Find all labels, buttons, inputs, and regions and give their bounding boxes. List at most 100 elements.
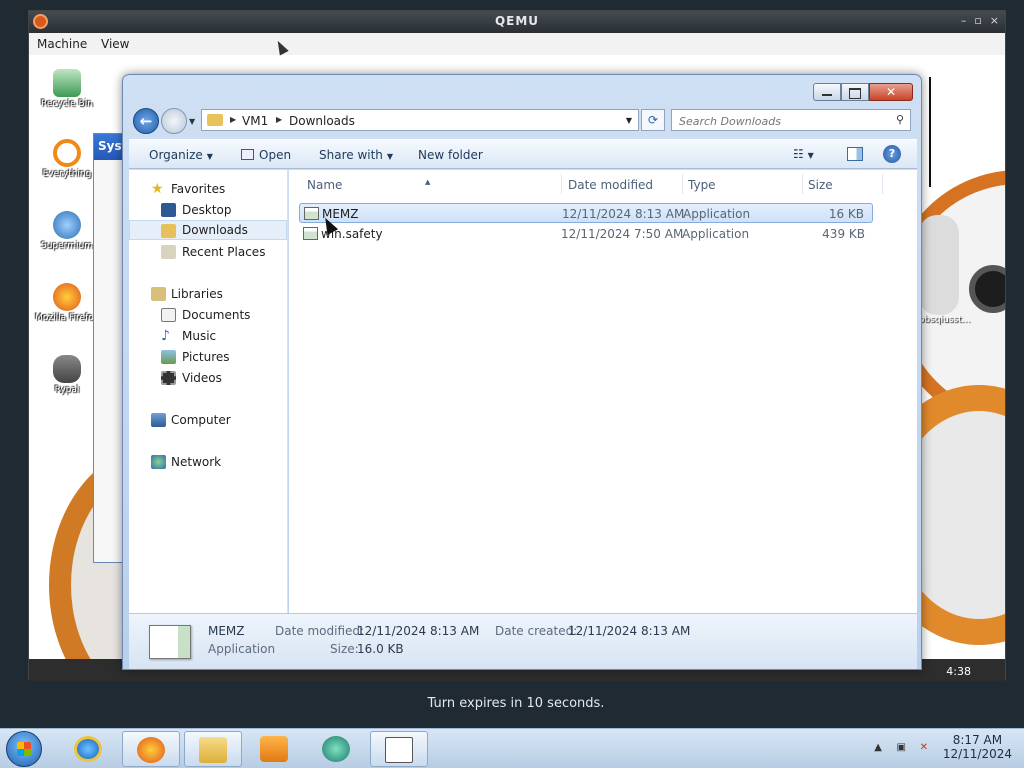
supermium-icon [53, 211, 81, 239]
address-dropdown-icon[interactable]: ▼ [626, 116, 632, 125]
star-icon: ★ [151, 181, 164, 197]
organize-label: Organize [149, 148, 203, 162]
address-bar[interactable]: ▶ VM1 ▶ Downloads ▼ [201, 109, 639, 131]
search-icon[interactable]: ⚲ [896, 113, 904, 126]
taskbar-media-player[interactable] [246, 731, 304, 767]
nav-desktop[interactable]: Desktop [129, 200, 287, 220]
network-tray-icon[interactable]: ▣ [897, 742, 906, 753]
qemu-close-button[interactable]: × [990, 14, 999, 27]
maximize-button[interactable] [841, 83, 869, 101]
refresh-button[interactable]: ⟳ [641, 109, 665, 131]
breadcrumb-separator-icon[interactable]: ▶ [230, 115, 236, 124]
menu-view[interactable]: View [101, 37, 129, 51]
clock[interactable]: 8:17 AM 12/11/2024 [943, 733, 1012, 761]
breadcrumb-separator-icon[interactable]: ▶ [276, 115, 282, 124]
nav-music[interactable]: ♪ Music [129, 326, 287, 346]
column-divider[interactable] [802, 174, 803, 194]
open-label: Open [259, 148, 292, 162]
volume-muted-icon[interactable]: ✕ [920, 742, 928, 753]
artifact-line [929, 77, 931, 187]
videos-icon [161, 371, 176, 385]
close-button[interactable]: ✕ [869, 83, 913, 101]
search-box[interactable]: ⚲ [671, 109, 911, 132]
start-button[interactable] [6, 731, 42, 767]
firefox-icon [53, 283, 81, 311]
file-row-win-safety[interactable]: win.safety 12/11/2024 7:50 AM Applicatio… [299, 224, 873, 244]
taskbar-notepad[interactable] [370, 731, 428, 767]
recycle-bin-icon [53, 69, 81, 97]
column-divider[interactable] [882, 174, 883, 194]
nav-videos[interactable]: Videos [129, 368, 287, 388]
application-icon [304, 207, 319, 220]
help-icon[interactable]: ? [883, 145, 901, 163]
nav-pictures[interactable]: Pictures [129, 347, 287, 367]
column-type[interactable]: Type [688, 178, 716, 192]
show-hidden-icons-icon[interactable]: ▲ [874, 742, 882, 753]
file-list: ▲ Name Date modified Type Size MEMZ 12/1… [289, 170, 917, 613]
minimize-button[interactable] [813, 83, 841, 101]
nav-computer[interactable]: Computer [129, 410, 287, 430]
column-name[interactable]: Name [307, 178, 342, 192]
back-button[interactable]: ← [133, 108, 159, 134]
desktop-icon-recycle-bin[interactable]: Recycle Bin [35, 69, 99, 109]
status-message: Turn expires in 10 seconds. [427, 696, 605, 711]
taskbar-firefox[interactable] [122, 731, 180, 767]
desktop-icon-label: Everything [42, 169, 92, 179]
notepad-icon [385, 737, 413, 763]
nav-libraries[interactable]: Libraries [129, 284, 287, 304]
taskbar-app[interactable] [308, 731, 366, 767]
nav-label: Libraries [171, 287, 223, 301]
column-divider[interactable] [561, 174, 562, 194]
desktop-icon-rypal[interactable]: Rypal [35, 355, 99, 395]
music-icon: ♪ [161, 328, 170, 344]
details-name: MEMZ [208, 624, 245, 638]
file-date: 12/11/2024 8:13 AM [562, 207, 685, 221]
column-divider[interactable] [682, 174, 683, 194]
app-icon [322, 736, 350, 762]
desktop-icon-label[interactable]: obsqiusst... [919, 315, 970, 325]
details-size: 16.0 KB [357, 642, 404, 656]
nav-label: Computer [171, 413, 231, 427]
nav-network[interactable]: Network [129, 452, 287, 472]
desktop-icon [161, 203, 176, 217]
nav-downloads[interactable]: Downloads [129, 220, 287, 240]
taskbar-internet-explorer[interactable] [60, 731, 118, 767]
nav-documents[interactable]: Documents [129, 305, 287, 325]
new-folder-button[interactable]: New folder [418, 148, 483, 162]
desktop-icon-everything[interactable]: Everything [35, 139, 99, 179]
file-explorer-icon [199, 737, 227, 763]
desktop-icon-supermium[interactable]: Supermium [35, 211, 99, 251]
file-type: Application [683, 207, 751, 221]
chevron-down-icon: ▼ [206, 152, 213, 161]
desktop-icon-firefox[interactable]: Mozilla Firefox [35, 283, 99, 323]
nav-favorites[interactable]: ★ Favorites [129, 179, 287, 199]
nav-recent-places[interactable]: Recent Places [129, 242, 287, 262]
organize-button[interactable]: Organize ▼ [149, 148, 213, 162]
breadcrumb-vm1[interactable]: VM1 [242, 114, 268, 128]
recent-pages-dropdown[interactable]: ▼ [189, 117, 195, 126]
desktop-icon-label: Recycle Bin [41, 99, 93, 109]
menu-machine[interactable]: Machine [37, 37, 87, 51]
details-date-created-label: Date created: [495, 624, 578, 638]
column-header: ▲ Name Date modified Type Size [289, 170, 917, 198]
downloads-folder-icon [161, 224, 176, 238]
forward-button[interactable] [161, 108, 187, 134]
open-button[interactable]: Open [241, 148, 291, 162]
file-row-memz[interactable]: MEMZ 12/11/2024 8:13 AM Application 16 K… [299, 203, 873, 223]
preview-pane-button[interactable] [847, 147, 863, 161]
column-date-modified[interactable]: Date modified [568, 178, 653, 192]
search-input[interactable] [672, 111, 872, 132]
share-with-button[interactable]: Share with ▼ [319, 148, 393, 162]
nav-label: Desktop [182, 203, 232, 217]
wallpaper-shape [919, 215, 959, 315]
libraries-icon [151, 287, 166, 301]
clock-time: 8:17 AM [952, 733, 1003, 747]
breadcrumb-downloads[interactable]: Downloads [289, 114, 355, 128]
qemu-maximize-button[interactable]: ▫ [974, 14, 981, 27]
change-view-button[interactable]: ☷ ▼ [793, 147, 814, 161]
taskbar-file-explorer[interactable] [184, 731, 242, 767]
column-size[interactable]: Size [808, 178, 833, 192]
qemu-minimize-button[interactable]: – [961, 14, 967, 27]
nav-label: Downloads [182, 223, 248, 237]
desktop-icon-label: Mozilla Firefox [35, 313, 99, 323]
